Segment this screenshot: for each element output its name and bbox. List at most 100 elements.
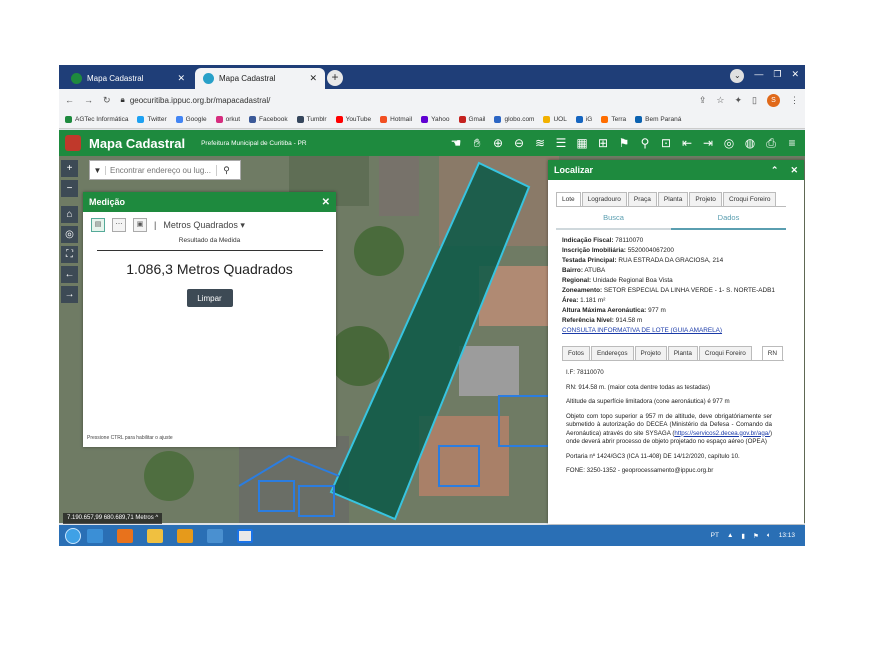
export-icon[interactable]: ⇥ bbox=[699, 134, 717, 152]
tab-dados[interactable]: Dados bbox=[671, 207, 786, 230]
close-icon[interactable]: ✕ bbox=[790, 165, 798, 176]
detail-tab-croqui-foreiro[interactable]: Croqui Foreiro bbox=[698, 346, 752, 360]
bookmark-item[interactable]: Bem Paraná bbox=[635, 116, 681, 123]
detail-tab-planta[interactable]: Planta bbox=[667, 346, 698, 360]
star-icon[interactable]: ☆ bbox=[716, 95, 724, 106]
measure-icon[interactable]: ⊞ bbox=[594, 134, 612, 152]
new-tab-button[interactable]: + bbox=[327, 70, 343, 86]
close-tab-icon[interactable]: ✕ bbox=[177, 73, 185, 84]
bookmark-item[interactable]: AGTec Informática bbox=[65, 116, 128, 123]
close-tab-icon[interactable]: ✕ bbox=[309, 73, 317, 84]
location-tool-icon[interactable]: ▣ bbox=[133, 218, 147, 232]
reload-icon[interactable]: ↻ bbox=[103, 95, 111, 106]
avatar[interactable]: S bbox=[767, 93, 780, 107]
back-icon[interactable]: ← bbox=[65, 95, 74, 105]
bookmark-item[interactable]: Gmail bbox=[458, 116, 485, 123]
ie-icon[interactable] bbox=[87, 528, 103, 543]
browser-tab[interactable]: Mapa Cadastral ✕ bbox=[63, 68, 193, 89]
collapse-icon[interactable]: ⌃ bbox=[771, 165, 779, 176]
fullscreen-icon[interactable]: ⛶ bbox=[61, 246, 78, 263]
restore-icon[interactable]: ❐ bbox=[773, 69, 781, 83]
tab-projeto[interactable]: Projeto bbox=[689, 192, 722, 206]
layers-icon[interactable]: ≋ bbox=[531, 134, 549, 152]
tab-croqui-foreiro[interactable]: Croqui Foreiro bbox=[722, 192, 777, 206]
distance-tool-icon[interactable]: ⋯ bbox=[112, 218, 126, 232]
bookmark-item[interactable]: Hotmail bbox=[380, 116, 412, 123]
bookmark-item[interactable]: UOL bbox=[543, 116, 567, 123]
pin-icon[interactable]: ⚲ bbox=[636, 134, 654, 152]
bookmark-item[interactable]: orkut bbox=[215, 116, 240, 123]
grid-icon[interactable]: ▦ bbox=[573, 134, 591, 152]
guia-amarela-link[interactable]: CONSULTA INFORMATIVA DE LOTE (GUIA AMARE… bbox=[562, 326, 804, 336]
flag-icon[interactable]: ⚑ bbox=[615, 134, 633, 152]
firefox-icon[interactable] bbox=[117, 528, 133, 543]
network-icon[interactable]: ▮ bbox=[741, 532, 745, 540]
close-icon[interactable]: ✕ bbox=[322, 197, 330, 208]
bookmark-item[interactable]: Facebook bbox=[249, 116, 288, 123]
menu-icon[interactable]: ⋮ bbox=[790, 95, 799, 106]
flag-icon[interactable]: ⚑ bbox=[753, 532, 759, 540]
tray-arrow-icon[interactable]: ▲ bbox=[727, 532, 733, 539]
chevron-up-icon[interactable]: ^ bbox=[155, 515, 158, 521]
target-icon[interactable]: ◎ bbox=[720, 134, 738, 152]
zoom-in-button[interactable]: + bbox=[61, 160, 78, 177]
tab-busca[interactable]: Busca bbox=[556, 207, 671, 228]
chevron-down-icon[interactable]: ⌄ bbox=[730, 69, 745, 83]
bookmark-item[interactable]: Twitter bbox=[137, 116, 167, 123]
tab-planta[interactable]: Planta bbox=[657, 192, 689, 206]
search-input[interactable] bbox=[106, 165, 216, 175]
menu-icon[interactable]: ≡ bbox=[783, 134, 801, 152]
tab-lote[interactable]: Lote bbox=[556, 192, 581, 206]
volume-icon[interactable]: 🔈︎ bbox=[767, 532, 771, 540]
chrome-icon[interactable] bbox=[237, 528, 253, 543]
arrow-left-icon[interactable]: ← bbox=[61, 266, 78, 283]
bookmark-item[interactable]: YouTube bbox=[335, 116, 371, 123]
bookmark-item[interactable]: globo.com bbox=[494, 116, 534, 123]
list-icon[interactable]: ☰ bbox=[552, 134, 570, 152]
chevron-down-icon[interactable]: ▼ bbox=[90, 165, 106, 175]
area-tool-icon[interactable]: ▤ bbox=[91, 218, 105, 232]
extensions-icon[interactable]: ✦ bbox=[735, 95, 743, 106]
tab-logradouro[interactable]: Logradouro bbox=[581, 192, 627, 206]
detail-tab-rn[interactable]: RN bbox=[761, 346, 783, 360]
app-icon[interactable] bbox=[207, 528, 223, 543]
minimize-icon[interactable]: — bbox=[754, 69, 763, 83]
import-icon[interactable]: ⇤ bbox=[678, 134, 696, 152]
bookmark-item[interactable]: Tumblr bbox=[296, 116, 327, 123]
bookmark-item[interactable]: Terra bbox=[601, 116, 626, 123]
browser-tab-active[interactable]: Mapa Cadastral ✕ bbox=[195, 68, 325, 89]
forward-icon[interactable]: → bbox=[84, 95, 93, 105]
zoom-in-icon[interactable]: ⊕ bbox=[489, 134, 507, 152]
arrow-right-icon[interactable]: → bbox=[61, 286, 78, 303]
clear-button[interactable]: Limpar bbox=[186, 289, 233, 307]
close-window-icon[interactable]: ✕ bbox=[791, 69, 799, 83]
zoom-out-icon[interactable]: ⊖ bbox=[510, 134, 528, 152]
detail-tab-projeto[interactable]: Projeto bbox=[634, 346, 667, 360]
frame-icon[interactable]: ⊡ bbox=[657, 134, 675, 152]
sidepanel-icon[interactable]: ▯ bbox=[752, 95, 757, 106]
zoom-out-button[interactable]: − bbox=[61, 180, 78, 197]
tab-pra-a[interactable]: Praça bbox=[627, 192, 657, 206]
search-icon[interactable]: ⚲ bbox=[216, 164, 236, 176]
unit-select[interactable]: Metros Quadrados ▾ bbox=[163, 220, 245, 231]
bookmark-item[interactable]: Yahoo bbox=[421, 116, 450, 123]
detail-tabs: Fotos Endereços Projeto Planta Croqui Foreir… bbox=[562, 346, 784, 361]
detail-tab-endere-os[interactable]: Endereços bbox=[590, 346, 634, 360]
home-icon[interactable]: ⌂ bbox=[61, 206, 78, 223]
language-indicator[interactable]: PT bbox=[711, 532, 719, 539]
bookmark-item[interactable]: Google bbox=[175, 116, 207, 123]
start-button[interactable] bbox=[65, 527, 81, 544]
detail-tab-fotos[interactable]: Fotos bbox=[562, 346, 590, 360]
print-icon[interactable]: ⎙ bbox=[762, 134, 780, 152]
hand-icon[interactable]: ✋︎ bbox=[468, 134, 486, 152]
share-icon[interactable]: ⇪ bbox=[699, 95, 707, 106]
pan-icon[interactable]: ☚ bbox=[447, 134, 465, 152]
locate-icon[interactable]: ◎ bbox=[61, 226, 78, 243]
bookmark-item[interactable]: iG bbox=[575, 116, 592, 123]
globe-icon[interactable]: ◍ bbox=[741, 134, 759, 152]
decea-link[interactable]: https://servicos2.decea.gov.br/aga/ bbox=[674, 430, 770, 437]
folder-icon[interactable] bbox=[147, 528, 163, 543]
media-icon[interactable] bbox=[177, 528, 193, 543]
clock[interactable]: 13:13 bbox=[779, 532, 795, 539]
url-field[interactable]: 🔒︎ geocuritiba.ippuc.org.br/mapacadastra… bbox=[121, 95, 271, 105]
